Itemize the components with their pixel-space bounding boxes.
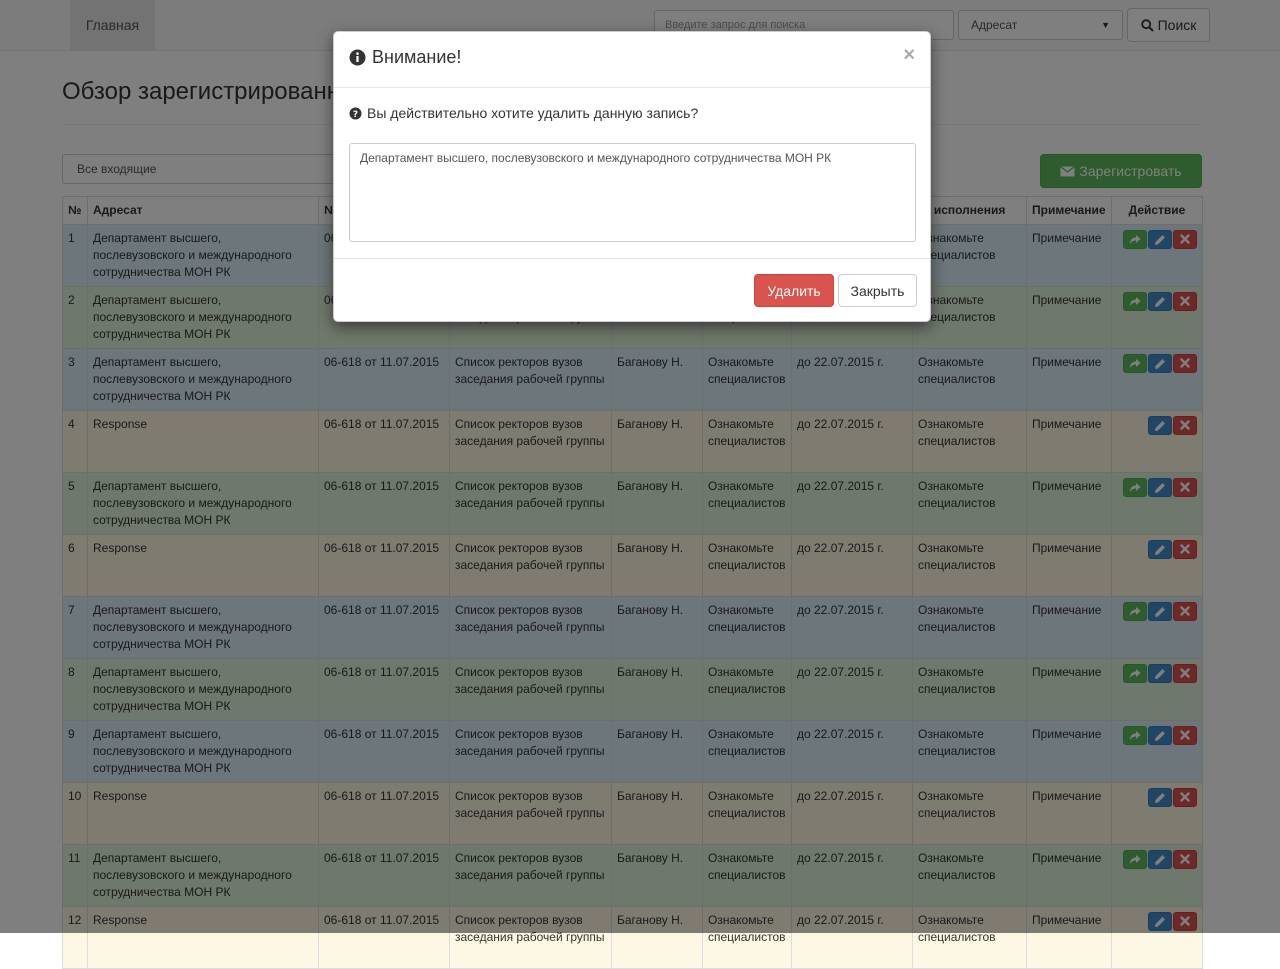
modal-title-text: Внимание!	[372, 47, 462, 67]
record-text-area[interactable]: Департамент высшего, послевузовского и м…	[349, 143, 916, 242]
modal-question-text: Вы действительно хотите удалить данную з…	[367, 105, 699, 121]
info-icon	[349, 49, 366, 66]
modal-close-icon[interactable]: ×	[903, 44, 915, 67]
delete-button[interactable]: Удалить	[754, 274, 834, 307]
svg-text:?: ?	[353, 110, 358, 120]
modal-footer-divider	[334, 258, 930, 259]
question-icon: ?	[349, 107, 362, 120]
modal-question: ? Вы действительно хотите удалить данную…	[349, 105, 698, 121]
close-button[interactable]: Закрыть	[838, 274, 917, 307]
confirm-delete-dialog: Внимание! × ? Вы действительно хотите уд…	[333, 31, 931, 322]
modal-title: Внимание!	[349, 47, 461, 68]
modal-header: Внимание! ×	[334, 32, 930, 88]
